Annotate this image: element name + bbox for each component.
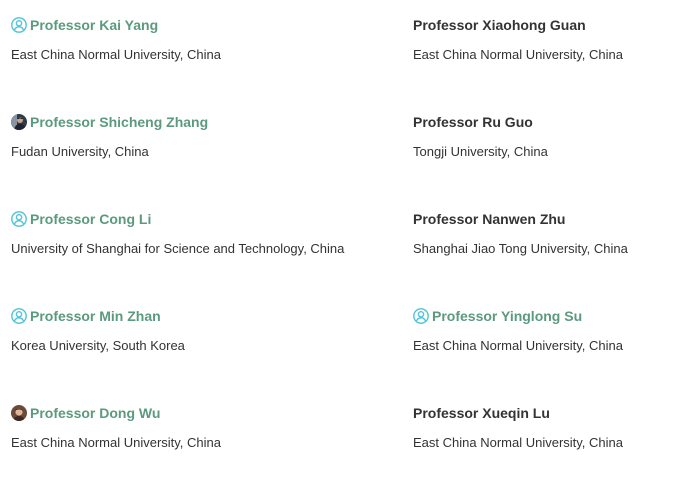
person-affiliation: Korea University, South Korea (11, 338, 185, 353)
user-icon[interactable] (11, 211, 27, 227)
people-grid: Professor Kai Yang East China Normal Uni… (0, 0, 692, 478)
name-row: Professor Cong Li (11, 209, 391, 229)
person-affiliation: University of Shanghai for Science and T… (11, 241, 345, 256)
person-card: Professor Kai Yang East China Normal Uni… (11, 15, 391, 64)
person-name: Professor Xiaohong Guan (413, 17, 586, 33)
person-card: Professor Ru Guo Tongji University, Chin… (413, 112, 692, 161)
person-name: Professor Nanwen Zhu (413, 211, 566, 227)
person-card: Professor Dong Wu East China Normal Univ… (11, 403, 391, 452)
photo-avatar-icon[interactable] (11, 114, 27, 130)
user-icon[interactable] (11, 308, 27, 324)
person-name-link[interactable]: Professor Cong Li (30, 209, 151, 229)
person-name-link[interactable]: Professor Dong Wu (30, 403, 160, 423)
person-card: Professor Xiaohong Guan East China Norma… (413, 15, 692, 64)
name-row: Professor Xueqin Lu (413, 403, 692, 423)
name-row: Professor Ru Guo (413, 112, 692, 132)
name-row: Professor Nanwen Zhu (413, 209, 692, 229)
person-card: Professor Yinglong Su East China Normal … (413, 306, 692, 355)
person-name-link[interactable]: Professor Yinglong Su (432, 306, 582, 326)
person-name-link[interactable]: Professor Min Zhan (30, 306, 161, 326)
name-row: Professor Min Zhan (11, 306, 391, 326)
user-icon[interactable] (413, 308, 429, 324)
name-row: Professor Yinglong Su (413, 306, 692, 326)
person-affiliation: Tongji University, China (413, 144, 548, 159)
person-affiliation: Shanghai Jiao Tong University, China (413, 241, 628, 256)
name-row: Professor Xiaohong Guan (413, 15, 692, 35)
person-card: Professor Min Zhan Korea University, Sou… (11, 306, 391, 355)
person-affiliation: Fudan University, China (11, 144, 149, 159)
name-row: Professor Dong Wu (11, 403, 391, 423)
person-affiliation: East China Normal University, China (11, 435, 221, 450)
person-affiliation: East China Normal University, China (11, 47, 221, 62)
person-card: Professor Nanwen Zhu Shanghai Jiao Tong … (413, 209, 692, 258)
user-icon[interactable] (11, 17, 27, 33)
person-affiliation: East China Normal University, China (413, 47, 623, 62)
photo-avatar-icon[interactable] (11, 405, 27, 421)
person-card: Professor Shicheng Zhang Fudan Universit… (11, 112, 391, 161)
person-name-link[interactable]: Professor Kai Yang (30, 15, 158, 35)
name-row: Professor Kai Yang (11, 15, 391, 35)
name-row: Professor Shicheng Zhang (11, 112, 391, 132)
person-affiliation: East China Normal University, China (413, 435, 623, 450)
person-card: Professor Cong Li University of Shanghai… (11, 209, 391, 258)
person-name: Professor Xueqin Lu (413, 405, 550, 421)
person-card: Professor Xueqin Lu East China Normal Un… (413, 403, 692, 452)
person-name-link[interactable]: Professor Shicheng Zhang (30, 112, 208, 132)
person-name: Professor Ru Guo (413, 114, 533, 130)
person-affiliation: East China Normal University, China (413, 338, 623, 353)
